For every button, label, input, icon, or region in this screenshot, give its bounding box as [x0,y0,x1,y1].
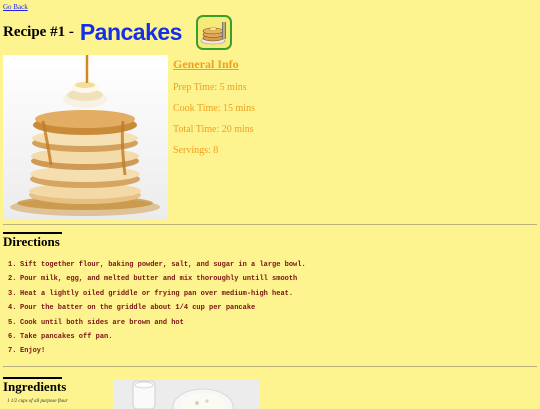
divider [3,224,537,225]
general-info-panel: General Info Prep Time: 5 mins Cook Time… [173,57,255,166]
directions-list: 1. Sift together flour, baking powder, sa… [8,260,306,361]
direction-step: 7. Enjoy! [8,347,46,356]
prep-time: Prep Time: 5 mins [173,82,247,93]
cook-time: Cook Time: 15 mins [173,103,255,114]
divider [3,366,537,367]
go-back-link[interactable]: Go Back [3,3,28,11]
ingredient-item: 1 1/2 cups of all purpose flour [7,399,68,404]
direction-step: 2. Pour milk, egg, and melted butter and … [8,275,298,284]
general-info-heading: General Info [173,57,239,71]
direction-step: 4. Pour the batter on the griddle about 1… [8,304,256,313]
total-time: Total Time: 20 mins [173,124,254,135]
direction-step: 3. Heat a lightly oiled griddle or frying… [8,289,294,298]
recipe-name: Pancakes [79,18,183,45]
direction-step: 6. Take pancakes off pan. [8,332,113,341]
page-title: Recipe #1 - Pancakes [3,14,232,50]
direction-step: 1. Sift together flour, baking powder, sa… [8,261,306,269]
recipe-number-label: Recipe #1 - [3,23,74,40]
ingredients-heading: Ingredients [3,379,67,394]
pancake-stack-icon [195,14,232,50]
servings: Servings: 8 [173,145,219,156]
direction-step: 5. Cook until both sides are brown and ho… [8,318,184,327]
directions-heading: Directions [3,234,60,249]
pancake-photo [3,55,168,219]
